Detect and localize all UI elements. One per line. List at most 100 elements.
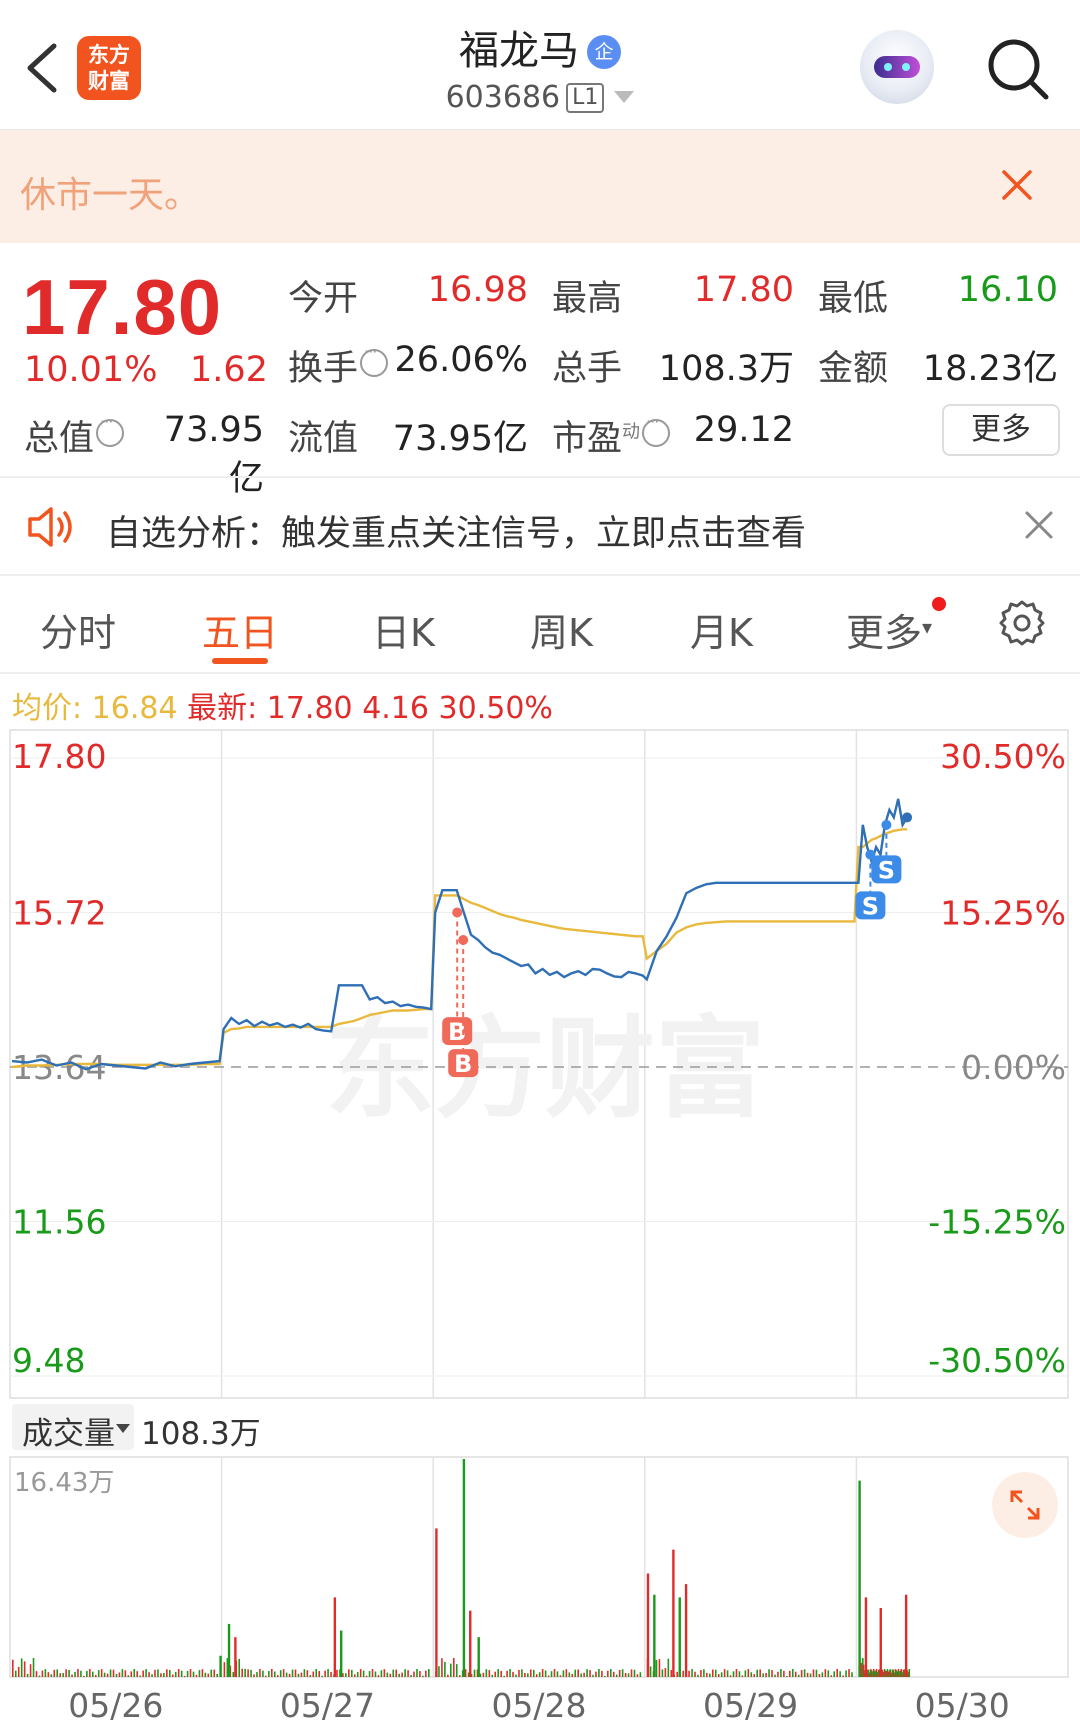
volume-bar	[753, 1674, 756, 1677]
volume-bar	[204, 1672, 207, 1677]
tab-monthly-k[interactable]: 月K	[690, 602, 753, 657]
volume-bar	[482, 1672, 485, 1677]
volume-bar	[234, 1637, 237, 1677]
volume-bar	[256, 1672, 258, 1677]
more-button[interactable]: 更多	[942, 404, 1060, 456]
volume-bar	[586, 1669, 588, 1677]
volume-bar	[583, 1672, 585, 1677]
low-label: 最低	[818, 279, 889, 319]
tab-daily-k[interactable]: 日K	[372, 602, 435, 657]
volume-bar	[321, 1675, 323, 1677]
expand-chart-button[interactable]	[992, 1472, 1058, 1538]
volume-bar	[288, 1673, 291, 1677]
volume-chart[interactable]: 16.43万 05/26 05/27 05/28 05/29 05/30	[0, 1455, 1080, 1723]
volume-bar	[136, 1671, 139, 1677]
volume-bar	[538, 1672, 541, 1677]
volume-bar	[148, 1672, 150, 1677]
volume-bar	[688, 1670, 690, 1677]
volume-bar	[97, 1670, 100, 1677]
tab-more[interactable]: 更多▾	[846, 602, 932, 657]
volume-bar	[670, 1670, 673, 1677]
volume-bar	[655, 1659, 658, 1677]
volume-bar	[404, 1669, 406, 1677]
high-value: 17.80	[693, 270, 794, 310]
pe-label[interactable]: 市盈动	[552, 410, 671, 461]
right-axis-label: 0.00%	[961, 1048, 1066, 1087]
speaker-icon	[28, 507, 72, 547]
volume-bar	[547, 1675, 550, 1677]
volume-bar	[720, 1672, 723, 1677]
volume-bar	[839, 1671, 841, 1677]
volume-bar	[29, 1664, 32, 1677]
left-axis-label: 17.80	[12, 737, 106, 776]
signal-banner-text[interactable]: 自选分析：触发重点关注信号，立即点击查看	[106, 505, 806, 556]
volume-bar	[506, 1670, 508, 1677]
volume-bar	[612, 1671, 615, 1677]
volume-bar	[253, 1674, 255, 1677]
volume-bar	[806, 1672, 809, 1677]
volume-bar	[438, 1666, 440, 1677]
tab-five-day[interactable]: 五日	[202, 602, 278, 657]
volume-bar	[667, 1658, 670, 1677]
volume-bar	[791, 1669, 794, 1677]
volume-bar	[477, 1637, 480, 1677]
float-label: 流值	[288, 419, 359, 459]
volume-bar	[512, 1671, 514, 1677]
close-icon[interactable]	[1024, 510, 1054, 540]
notice-text: 休市一天。	[20, 175, 201, 216]
tab-intraday[interactable]: 分时	[40, 602, 116, 657]
volume-bar	[213, 1669, 216, 1677]
sell-marker-label: S	[862, 892, 879, 920]
search-icon[interactable]	[985, 36, 1051, 102]
five-day-price-chart[interactable]: 东方财富17.8015.7213.6411.569.4830.50%15.25%…	[0, 728, 1080, 1408]
volume-bar	[491, 1674, 494, 1677]
volume-bar	[500, 1670, 502, 1677]
volume-bar	[821, 1672, 824, 1677]
volume-bar	[273, 1671, 276, 1677]
info-icon	[96, 412, 125, 447]
volume-bar	[532, 1669, 535, 1677]
volume-bar	[77, 1669, 79, 1677]
volume-bar	[192, 1671, 195, 1677]
volume-bar	[171, 1674, 174, 1677]
volume-bar	[416, 1669, 418, 1677]
volume-bar	[50, 1674, 53, 1677]
tab-weekly-k[interactable]: 周K	[530, 602, 593, 657]
volume-bar	[345, 1673, 347, 1677]
volume-bar	[700, 1670, 702, 1677]
volume-bar	[646, 1573, 650, 1677]
volume-bar	[151, 1674, 153, 1677]
volume-bar	[833, 1671, 836, 1677]
volume-bar	[94, 1674, 97, 1677]
volume-bar	[380, 1670, 383, 1677]
gear-icon[interactable]	[997, 598, 1047, 648]
robot-assistant-icon[interactable]	[860, 30, 934, 104]
volume-bar	[139, 1675, 141, 1677]
volume-bar	[550, 1671, 553, 1677]
volume-bar	[672, 1549, 675, 1677]
close-icon[interactable]	[1000, 168, 1034, 202]
volume-bar	[32, 1658, 35, 1677]
mktcap-label[interactable]: 总值	[24, 410, 125, 461]
volume-bar	[577, 1669, 579, 1677]
volume-bar	[624, 1672, 627, 1677]
volume-bar	[23, 1661, 26, 1677]
volume-bar	[74, 1671, 76, 1677]
volume-bar	[738, 1671, 741, 1677]
volume-bar	[559, 1675, 562, 1677]
turnover-label[interactable]: 换手	[288, 340, 389, 391]
volume-bar	[422, 1675, 424, 1677]
open-label: 今开	[288, 279, 359, 319]
volume-bar	[68, 1669, 70, 1677]
volume-bar	[362, 1670, 365, 1677]
volume-bar	[565, 1669, 568, 1677]
volume-bar	[428, 1669, 430, 1677]
volume-bar	[180, 1670, 183, 1677]
volume-bar	[678, 1597, 681, 1677]
volume-bar	[684, 1584, 688, 1677]
volume-bar	[401, 1672, 403, 1677]
volume-bar	[169, 1669, 171, 1677]
volume-bar	[41, 1670, 44, 1677]
volume-bar	[848, 1669, 850, 1677]
volume-bar	[201, 1669, 204, 1677]
